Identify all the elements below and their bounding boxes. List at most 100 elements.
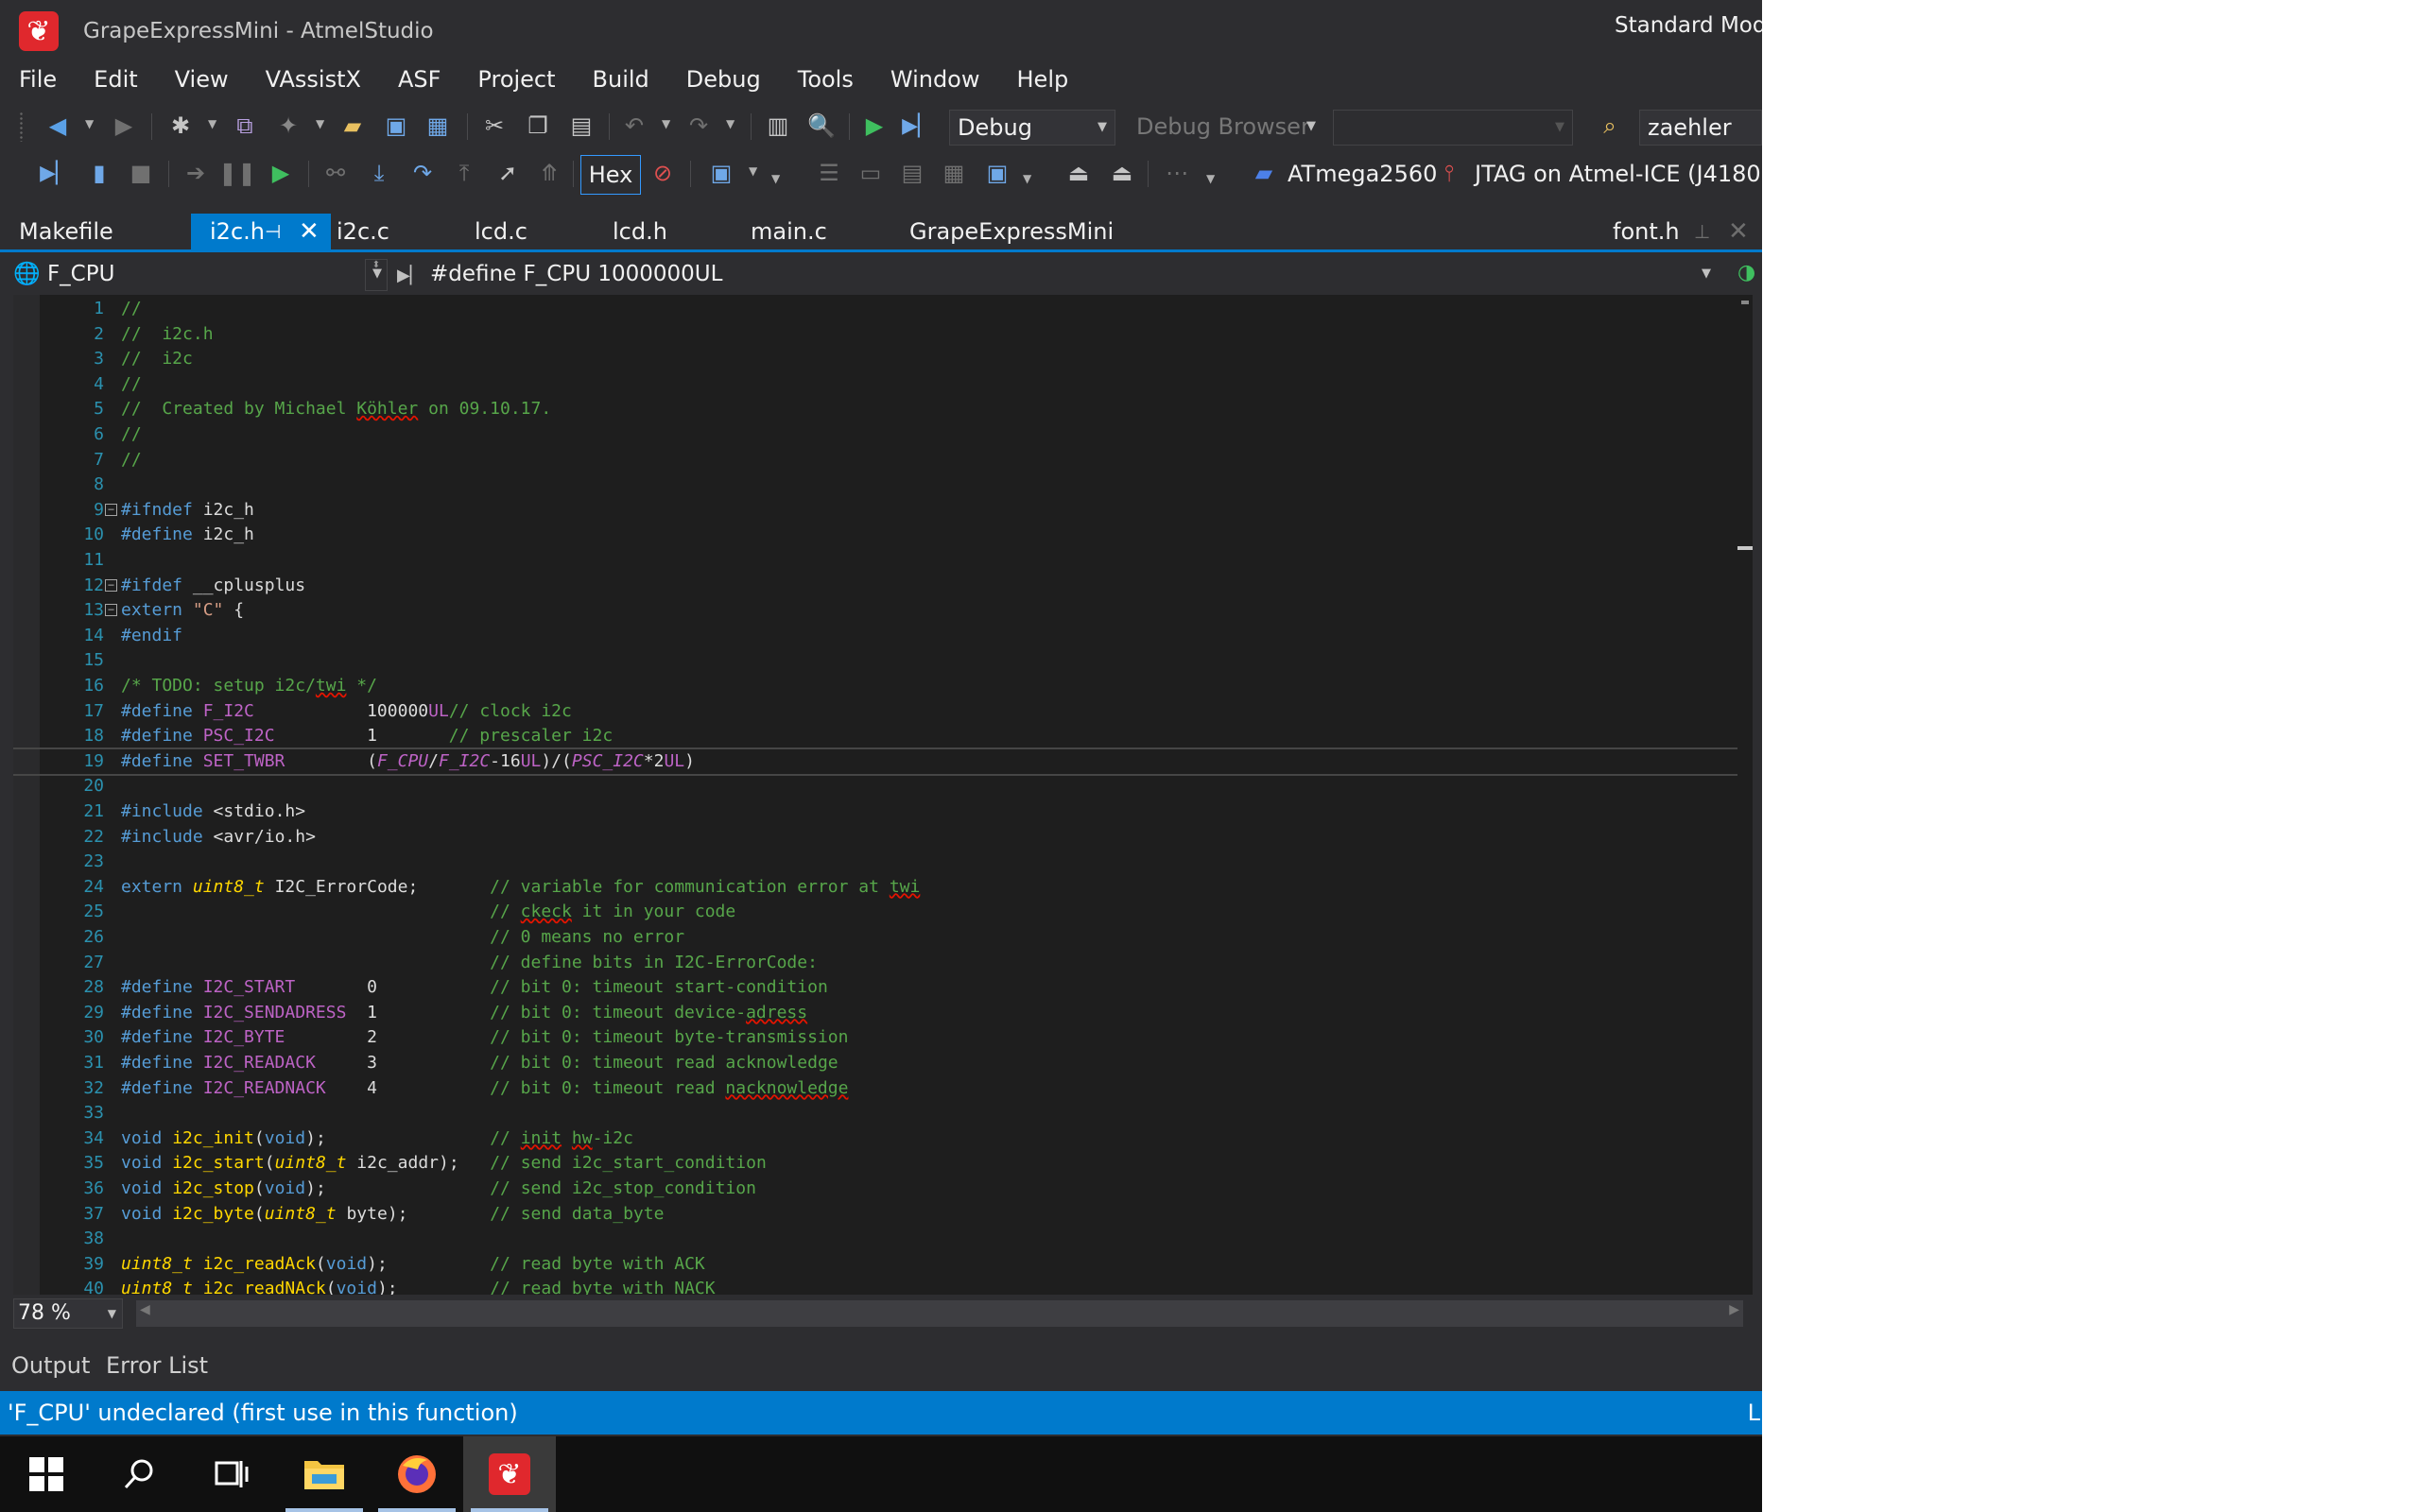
start-without-debugging-icon[interactable]: ▶▏	[902, 112, 934, 140]
device-programming-icon[interactable]: ⏏	[1064, 159, 1093, 187]
code-line[interactable]: 22 #include <avr/io.h>	[13, 825, 1753, 850]
redo-icon[interactable]: ↷	[684, 112, 713, 140]
run-to-cursor-icon[interactable]: ➚	[493, 159, 522, 187]
firefox-taskbar-button[interactable]	[371, 1436, 463, 1512]
stop-icon[interactable]: ■	[127, 159, 155, 187]
code-line[interactable]: 8	[13, 472, 1753, 498]
menu-file[interactable]: File	[19, 62, 57, 100]
continue-icon[interactable]: ▶▏	[40, 159, 72, 187]
code-line[interactable]: 25 // ckeck it in your code	[13, 900, 1753, 925]
device-settings-icon[interactable]: ⏏	[1108, 159, 1136, 187]
code-editor[interactable]: 1 // 2 // i2c.h 3 // i2c 4 // 5 // Created by Mic…	[13, 295, 1753, 1295]
tab-output[interactable]: Output	[11, 1342, 90, 1389]
dropdown-arrow-icon[interactable]: ▼	[208, 117, 216, 130]
cut-icon[interactable]: ✂	[480, 112, 509, 140]
copy-icon[interactable]: ❐	[524, 112, 552, 140]
dropdown-arrow-icon[interactable]: ▼	[316, 117, 324, 130]
menu-view[interactable]: View	[175, 62, 229, 100]
menu-asf[interactable]: ASF	[398, 62, 441, 100]
code-line[interactable]: 3 // i2c	[13, 347, 1753, 372]
attach-icon[interactable]: ▮	[85, 159, 113, 187]
code-line[interactable]: 23	[13, 850, 1753, 875]
search-input[interactable]: zaehler	[1639, 110, 1762, 146]
code-line[interactable]: 19 #define SET_TWBR (F_CPU/F_I2C-16UL)/(P…	[13, 747, 1753, 777]
zoom-select[interactable]: 78 % ▼	[13, 1298, 123, 1329]
vertical-scrollbar[interactable]	[1737, 295, 1753, 1295]
pin-icon[interactable]: ⊣	[265, 214, 281, 249]
hex-display-toggle[interactable]: Hex	[580, 155, 641, 195]
configuration-select[interactable]: Debug ▼	[949, 110, 1115, 146]
code-line[interactable]: 35 void i2c_start(uint8_t i2c_addr); // s…	[13, 1151, 1753, 1177]
menu-build[interactable]: Build	[593, 62, 649, 100]
debug-tool-name[interactable]: JTAG on Atmel-ICE (J418000	[1475, 161, 1762, 187]
code-line[interactable]: 17 #define F_I2C 100000UL// clock i2c	[13, 699, 1753, 725]
io-view-icon[interactable]: ▦	[940, 159, 968, 187]
scope-dropdown[interactable]: 🌐 F_CPU ▼	[13, 257, 391, 291]
code-line[interactable]: 6 //	[13, 422, 1753, 448]
scroll-right-icon[interactable]: ▶	[1729, 1302, 1739, 1317]
step-out-icon[interactable]: ⤒	[450, 159, 478, 187]
find-in-files-icon[interactable]: ⌕	[1596, 112, 1624, 140]
search-button[interactable]	[93, 1436, 185, 1512]
code-line[interactable]: 10 #define i2c_h	[13, 523, 1753, 548]
indent-icon[interactable]: ☰	[815, 159, 843, 187]
toolbar-overflow-icon[interactable]: ▼	[1206, 172, 1215, 185]
dropdown-arrow-icon[interactable]: ▼	[85, 117, 94, 130]
solution-explorer-icon[interactable]: ▥	[764, 112, 792, 140]
device-name[interactable]: ATmega2560	[1288, 161, 1437, 187]
code-line[interactable]: 31 #define I2C_READACK 3 // bit 0: timeou…	[13, 1051, 1753, 1076]
code-line[interactable]: 13− extern "C" {	[13, 598, 1753, 624]
start-debugging-icon[interactable]: ▶	[860, 112, 889, 140]
start-button[interactable]	[0, 1436, 93, 1512]
code-line[interactable]: 26 // 0 means no error	[13, 925, 1753, 951]
code-line[interactable]: 1 //	[13, 297, 1753, 322]
add-new-item-icon[interactable]: ✦	[274, 112, 302, 140]
go-icon[interactable]: ◑	[1737, 261, 1762, 289]
menu-edit[interactable]: Edit	[94, 62, 137, 100]
code-line[interactable]: 5 // Created by Michael Köhler on 09.10.1…	[13, 397, 1753, 422]
code-line[interactable]: 27 // define bits in I2C-ErrorCode:	[13, 951, 1753, 976]
code-line[interactable]: 29 #define I2C_SENDADRESS 1 // bit 0: tim…	[13, 1001, 1753, 1026]
code-line[interactable]: 2 // i2c.h	[13, 322, 1753, 348]
code-line[interactable]: 33	[13, 1101, 1753, 1126]
save-all-icon[interactable]: ▦	[424, 112, 452, 140]
disassembly-icon[interactable]: ⚯	[321, 159, 350, 187]
code-line[interactable]: 21 #include <stdio.h>	[13, 799, 1753, 825]
menu-debug[interactable]: Debug	[686, 62, 761, 100]
dropdown-arrow-icon[interactable]: ▼	[662, 117, 670, 130]
tab-i2c-c[interactable]: i2c.c	[318, 214, 450, 249]
step-over-icon[interactable]: ↷	[408, 159, 437, 187]
navigate-back-icon[interactable]: ◀	[43, 112, 72, 140]
add-item-icon[interactable]: ⧉	[231, 112, 259, 140]
undo-icon[interactable]: ↶	[620, 112, 648, 140]
reset-icon[interactable]: ⤊	[535, 159, 563, 187]
code-line[interactable]: 24 extern uint8_t I2C_ErrorCode; // varia…	[13, 875, 1753, 901]
delete-breakpoints-icon[interactable]: ⊘	[648, 159, 677, 187]
menu-window[interactable]: Window	[890, 62, 980, 100]
code-line[interactable]: 9− #ifndef i2c_h	[13, 498, 1753, 524]
code-line[interactable]: 18 #define PSC_I2C 1 // prescaler i2c	[13, 724, 1753, 749]
collapse-icon[interactable]: −	[105, 604, 117, 617]
toolbar-grip[interactable]	[19, 112, 24, 142]
code-line[interactable]: 39 uint8_t i2c_readAck(void); // read byt…	[13, 1252, 1753, 1278]
dropdown-arrow-icon[interactable]: ▼	[726, 117, 735, 130]
task-view-button[interactable]	[185, 1436, 278, 1512]
processor-view-icon[interactable]: ▣	[983, 159, 1011, 187]
tab-error-list[interactable]: Error List	[106, 1342, 208, 1389]
close-icon[interactable]: ✕	[299, 214, 320, 249]
code-line[interactable]: 20	[13, 774, 1753, 799]
format-icon[interactable]: ▭	[856, 159, 885, 187]
toolbar-overflow-icon[interactable]: ▼	[771, 172, 780, 185]
memory-icon[interactable]: ▤	[898, 159, 926, 187]
pin-icon[interactable]: ⊥	[1694, 214, 1710, 249]
menu-vassistx[interactable]: VAssistX	[266, 62, 361, 100]
split-toggle[interactable]: ⬍	[365, 259, 388, 291]
code-line[interactable]: 36 void i2c_stop(void); // send i2c_stop_…	[13, 1177, 1753, 1202]
toolchain-icon[interactable]: ⋯	[1163, 159, 1191, 187]
windows-icon[interactable]: ▣	[707, 159, 735, 187]
code-line[interactable]: 32 #define I2C_READNACK 4 // bit 0: timeo…	[13, 1076, 1753, 1102]
menu-help[interactable]: Help	[1017, 62, 1069, 100]
collapse-icon[interactable]: −	[105, 578, 117, 592]
tab-makefile[interactable]: Makefile	[0, 214, 189, 249]
code-line[interactable]: 30 #define I2C_BYTE 2 // bit 0: timeout b…	[13, 1025, 1753, 1051]
